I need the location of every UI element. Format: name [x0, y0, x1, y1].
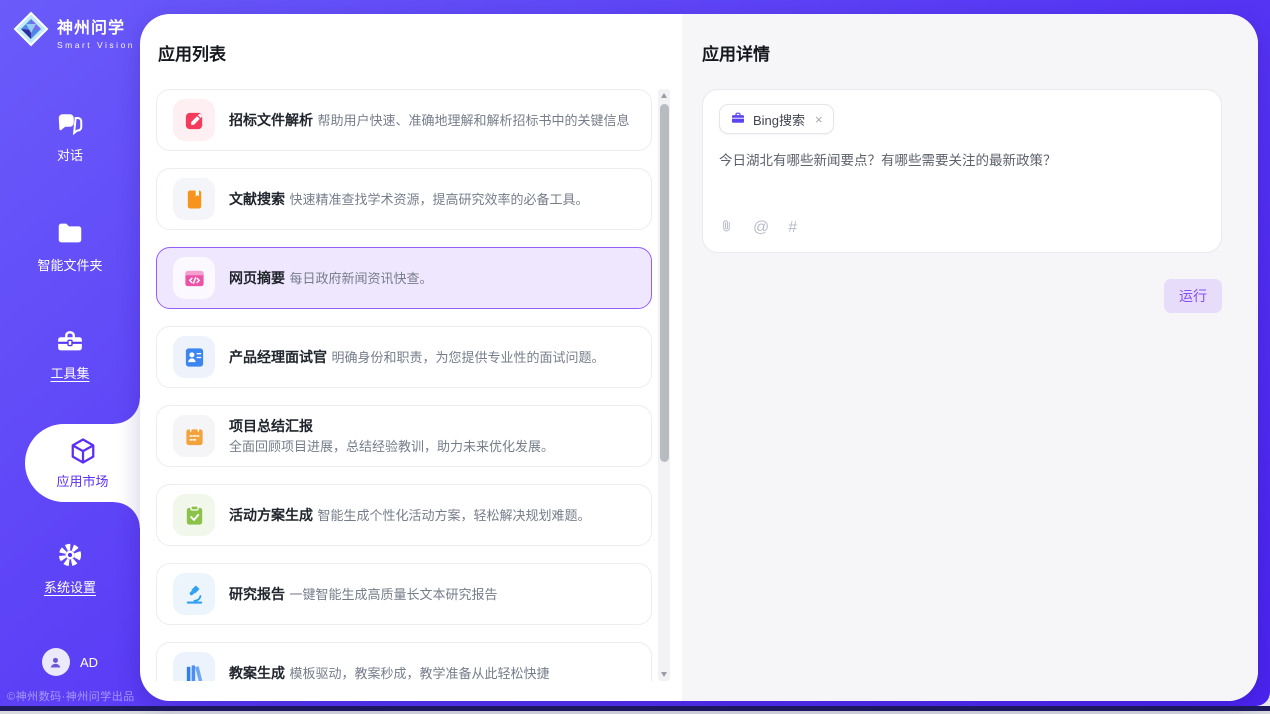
user-initials: AD — [80, 655, 98, 670]
app-item-name: 教案生成 — [229, 665, 285, 681]
scrollbar-thumb[interactable] — [660, 104, 669, 462]
user-chip[interactable]: AD — [0, 648, 140, 676]
app-item-desc: 一键智能生成高质量长文本研究报告 — [289, 587, 497, 602]
remove-tag-icon[interactable]: × — [815, 112, 823, 127]
tool-tag[interactable]: Bing搜索 × — [719, 104, 834, 134]
app-item-desc: 快速精准查找学术资源，提高研究效率的必备工具。 — [289, 192, 588, 207]
sidebar: 神州问学 Smart Vision 对话 智能文件夹 工具集 应用市场 — [0, 0, 140, 706]
app-detail-pane: 应用详情 Bing搜索 × 今日湖北有哪些新闻要点？有哪些需要关注的最新政策？ — [682, 14, 1258, 701]
app-list-pane: 应用列表 招标文件解析 帮助用户快速、准确地理解和解析招标书中的关键信息 文献搜… — [140, 14, 682, 701]
microscope-icon — [173, 573, 215, 615]
sidebar-item-toolbox[interactable]: 工具集 — [0, 326, 140, 382]
app-item-name: 文献搜索 — [229, 191, 285, 207]
app-list-item[interactable]: 产品经理面试官 明确身份和职责，为您提供专业性的面试问题。 — [156, 326, 652, 388]
chat-icon — [55, 108, 85, 138]
main-panel: 应用列表 招标文件解析 帮助用户快速、准确地理解和解析招标书中的关键信息 文献搜… — [140, 14, 1258, 701]
scrollbar[interactable] — [658, 89, 670, 681]
app-item-desc: 全面回顾项目进展，总结经验教训，助力未来优化发展。 — [229, 439, 554, 454]
gear-icon — [55, 540, 85, 570]
sidebar-item-chat[interactable]: 对话 — [0, 108, 140, 164]
app-item-desc: 明确身份和职责，为您提供专业性的面试问题。 — [331, 350, 604, 365]
app-list-item[interactable]: 文献搜索 快速精准查找学术资源，提高研究效率的必备工具。 — [156, 168, 652, 230]
app-item-desc: 模板驱动，教案秒成，教学准备从此轻松快捷 — [289, 666, 549, 681]
app-list-item[interactable]: 项目总结汇报 全面回顾项目进展，总结经验教训，助力未来优化发展。 — [156, 405, 652, 467]
app-item-name: 活动方案生成 — [229, 507, 313, 523]
sidebar-item-cube[interactable]: 应用市场 — [25, 424, 140, 502]
hash-icon[interactable]: # — [788, 220, 797, 236]
toolbox-icon — [55, 326, 85, 356]
app-list-item[interactable]: 招标文件解析 帮助用户快速、准确地理解和解析招标书中的关键信息 — [156, 89, 652, 151]
mention-icon[interactable]: @ — [753, 220, 769, 236]
browser-code-icon — [173, 257, 215, 299]
app-list-item[interactable]: 教案生成 模板驱动，教案秒成，教学准备从此轻松快捷 — [156, 642, 652, 681]
app-item-desc: 帮助用户快速、准确地理解和解析招标书中的关键信息 — [317, 113, 629, 128]
app-list-title: 应用列表 — [158, 40, 670, 65]
app-list-item[interactable]: 活动方案生成 智能生成个性化活动方案，轻松解决规划难题。 — [156, 484, 652, 546]
app-detail-title: 应用详情 — [702, 40, 1222, 65]
app-list-item[interactable]: 研究报告 一键智能生成高质量长文本研究报告 — [156, 563, 652, 625]
brand-logo: 神州问学 Smart Vision — [13, 11, 135, 52]
folder-icon — [55, 218, 85, 248]
briefcase-icon — [730, 110, 746, 129]
sidebar-item-gear[interactable]: 系统设置 — [0, 540, 140, 596]
app-item-name: 研究报告 — [229, 586, 285, 602]
scroll-down-icon[interactable] — [661, 672, 667, 677]
prompt-card: Bing搜索 × 今日湖北有哪些新闻要点？有哪些需要关注的最新政策？ @ # — [702, 89, 1222, 253]
tool-tag-label: Bing搜索 — [753, 110, 805, 129]
avatar — [42, 648, 70, 676]
page: 神州问学 Smart Vision 对话 智能文件夹 工具集 应用市场 — [0, 0, 1270, 714]
book-icon — [173, 178, 215, 220]
brand-tagline: Smart Vision — [57, 40, 135, 50]
clipboard-check-icon — [173, 494, 215, 536]
cube-icon — [68, 436, 98, 466]
brand-name: 神州问学 — [57, 14, 135, 38]
run-button[interactable]: 运行 — [1164, 279, 1222, 313]
sidebar-item-folder[interactable]: 智能文件夹 — [0, 218, 140, 274]
app-list-item[interactable]: 网页摘要 每日政府新闻资讯快查。 — [156, 247, 652, 309]
attachment-icon[interactable] — [719, 218, 734, 238]
edit-square-icon — [173, 99, 215, 141]
brand-diamond-icon — [13, 11, 49, 52]
app-item-name: 网页摘要 — [229, 270, 285, 286]
app-item-name: 产品经理面试官 — [229, 349, 327, 365]
person-doc-icon — [173, 336, 215, 378]
app-item-name: 项目总结汇报 — [229, 418, 313, 434]
prompt-text[interactable]: 今日湖北有哪些新闻要点？有哪些需要关注的最新政策？ — [719, 151, 1205, 171]
copyright: ©神州数码·神州问学出品 — [7, 688, 135, 704]
note-icon — [173, 415, 215, 457]
app-list: 招标文件解析 帮助用户快速、准确地理解和解析招标书中的关键信息 文献搜索 快速精… — [156, 89, 652, 681]
app-item-desc: 每日政府新闻资讯快查。 — [289, 271, 432, 286]
app-item-name: 招标文件解析 — [229, 112, 313, 128]
books-icon — [173, 652, 215, 681]
app-item-desc: 智能生成个性化活动方案，轻松解决规划难题。 — [317, 508, 590, 523]
scroll-up-icon[interactable] — [661, 93, 667, 98]
